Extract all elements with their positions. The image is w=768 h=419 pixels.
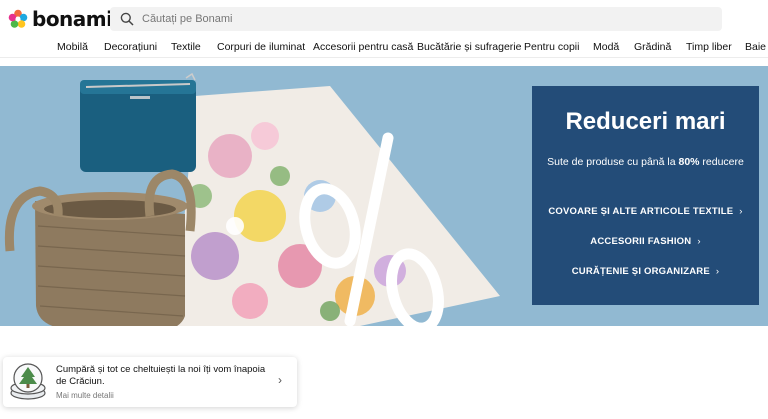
- nav-item-pentru-copii[interactable]: Pentru copii: [524, 41, 579, 53]
- logo[interactable]: bonami: [8, 7, 113, 31]
- promo-subtitle: Sute de produse cu până la 80% reducere: [547, 156, 744, 168]
- christmas-tree-coins-icon: [10, 363, 46, 400]
- chevron-right-icon[interactable]: ›: [278, 373, 282, 387]
- hero-banner[interactable]: Reduceri mari Sute de produse cu până la…: [0, 66, 768, 326]
- search-bar[interactable]: [110, 7, 722, 31]
- logo-text: bonami: [32, 7, 113, 31]
- promo-box: Reduceri mari Sute de produse cu până la…: [532, 86, 759, 305]
- promo-link-curatenie[interactable]: CURĂȚENIE ȘI ORGANIZARE ›: [532, 266, 759, 277]
- clutch-bag-image: [80, 72, 196, 172]
- notice-text: Cumpără și tot ce cheltuiești la noi îți…: [56, 364, 266, 387]
- chevron-right-icon: ›: [739, 206, 743, 217]
- promo-link-accesorii-fashion[interactable]: ACCESORII FASHION ›: [532, 236, 759, 247]
- nav-item-decoratiuni[interactable]: Decorațiuni: [104, 41, 157, 53]
- header: bonami: [0, 0, 768, 38]
- more-details-link[interactable]: Mai multe detalii: [56, 391, 114, 400]
- nav-item-baie[interactable]: Baie: [745, 41, 766, 53]
- wicker-basket-image: [4, 169, 196, 326]
- nav-item-corpuri-iluminat[interactable]: Corpuri de iluminat: [217, 41, 305, 53]
- nav-item-bucatarie[interactable]: Bucătărie și sufragerie: [417, 41, 521, 53]
- christmas-cashback-notice[interactable]: Cumpără și tot ce cheltuiești la noi îți…: [3, 357, 297, 407]
- bonami-logo-icon: [8, 9, 28, 28]
- search-icon: [120, 12, 134, 26]
- chevron-right-icon: ›: [715, 266, 720, 277]
- category-nav: Mobilă Decorațiuni Textile Corpuri de il…: [0, 38, 768, 58]
- nav-item-mobila[interactable]: Mobilă: [57, 41, 88, 53]
- hero-products-image: [4, 72, 500, 326]
- promo-title: Reduceri mari: [565, 108, 726, 135]
- nav-item-timp-liber[interactable]: Timp liber: [686, 41, 732, 53]
- chevron-right-icon: ›: [697, 236, 701, 247]
- nav-item-textile[interactable]: Textile: [171, 41, 201, 53]
- nav-item-moda[interactable]: Modă: [593, 41, 619, 53]
- search-input[interactable]: [142, 13, 702, 25]
- nav-item-gradina[interactable]: Grădină: [634, 41, 671, 53]
- nav-item-accesorii-casa[interactable]: Accesorii pentru casă: [313, 41, 413, 53]
- promo-link-covoare[interactable]: COVOARE ȘI ALTE ARTICOLE TEXTILE ›: [532, 206, 759, 217]
